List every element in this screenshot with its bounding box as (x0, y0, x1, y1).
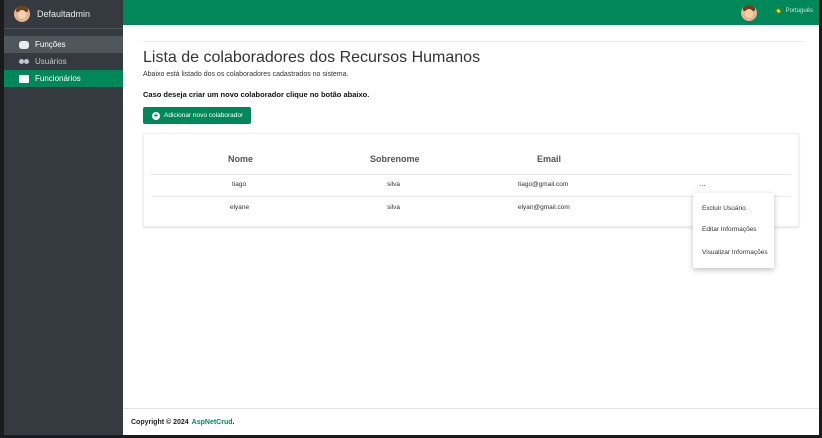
footer: Copyright © 2024 AspNetCrud . (123, 408, 819, 435)
page-title: Lista de colaboradores dos Recursos Huma… (143, 49, 481, 66)
language-selector[interactable]: Português (773, 8, 813, 14)
menu-item-view-info[interactable]: Visualizar Informações (702, 249, 768, 256)
brand-link[interactable]: AspNetCrud (192, 419, 233, 426)
app-window: Defaultadmin Funções Usuários Funcionári… (4, 0, 819, 435)
sidebar: Defaultadmin Funções Usuários Funcionári… (4, 0, 123, 435)
users-icon (19, 58, 29, 66)
copyright-text: Copyright © 2024 (131, 418, 189, 426)
menu-item-edit-info[interactable]: Editar Informações (702, 226, 757, 233)
page-hint: Caso deseja criar um novo colaborador cl… (143, 90, 370, 99)
row-divider (151, 174, 791, 175)
sidebar-item-funcionarios[interactable]: Funcionários (4, 70, 123, 87)
sidebar-item-usuarios[interactable]: Usuários (4, 53, 123, 70)
brazil-flag-icon (773, 8, 783, 14)
language-label: Português (785, 8, 813, 14)
sidebar-item-label: Funções (35, 40, 66, 49)
cell-nome: tiago (232, 181, 247, 188)
add-employee-button[interactable]: + Adicionar novo colaborador (143, 107, 251, 124)
add-employee-label: Adicionar novo colaborador (164, 112, 244, 119)
main-content: Lista de colaboradores dos Recursos Huma… (123, 25, 819, 408)
column-header-email: Email (537, 154, 562, 164)
column-header-nome: Nome (228, 154, 254, 164)
sidebar-item-label: Funcionários (35, 74, 81, 83)
menu-item-delete-user[interactable]: Excluir Usuário (702, 205, 746, 212)
sidebar-item-label: Usuários (35, 57, 67, 66)
user-avatar-icon[interactable] (741, 5, 757, 21)
cell-email: tiago@gmail.com (518, 181, 569, 188)
plus-circle-icon: + (152, 110, 160, 120)
column-header-sobrenome: Sobrenome (370, 154, 420, 164)
masks-icon (19, 40, 29, 49)
page-subtitle: Abaixo está listado dos os colaboradores… (143, 71, 349, 78)
sidebar-item-funcoes[interactable]: Funções (4, 36, 123, 53)
cell-sobrenome: silva (387, 204, 401, 211)
user-name: Defaultadmin (37, 9, 91, 19)
briefcase-icon (19, 74, 29, 83)
row-actions-menu: Excluir Usuário Editar Informações Visua… (693, 193, 774, 268)
cell-sobrenome: silva (387, 181, 401, 188)
divider (143, 41, 804, 42)
cell-nome: elyane (230, 204, 250, 211)
topbar: Português (123, 0, 819, 25)
sidebar-menu: Funções Usuários Funcionários (4, 36, 123, 87)
footer-suffix: . (232, 418, 235, 426)
cell-email: elyan@gmail.com (518, 204, 570, 211)
sidebar-user[interactable]: Defaultadmin (4, 0, 123, 29)
user-avatar-icon (14, 6, 30, 22)
row-actions-button[interactable]: ... (699, 179, 706, 188)
